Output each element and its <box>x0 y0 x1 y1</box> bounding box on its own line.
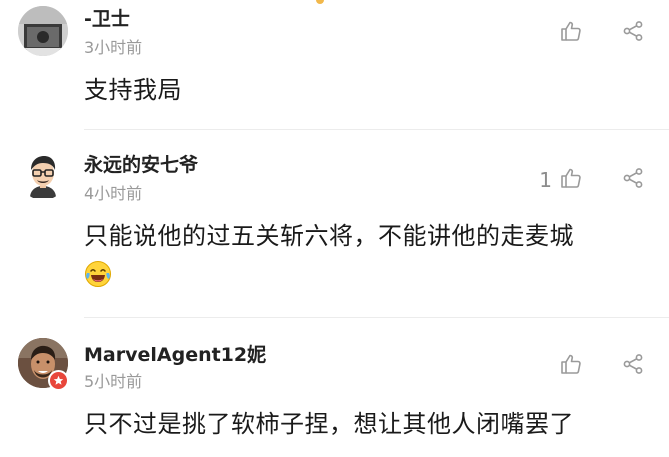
thumbs-up-icon <box>561 354 581 374</box>
like-button[interactable] <box>558 18 584 44</box>
share-icon <box>623 354 643 374</box>
username[interactable]: MarvelAgent12妮 <box>84 340 266 367</box>
avatar[interactable] <box>18 150 68 200</box>
timestamp: 4小时前 <box>84 184 143 203</box>
share-icon <box>623 21 643 41</box>
comment-list-page: -卫士 3小时前 支持我局 永远的安七爷 4小时前 只能说他的过五关斩六将，不能… <box>0 0 669 457</box>
timestamp: 3小时前 <box>84 38 143 57</box>
like-count: 1 <box>539 168 552 192</box>
timestamp: 5小时前 <box>84 372 143 391</box>
share-button[interactable] <box>620 18 646 44</box>
avatar[interactable] <box>18 6 68 56</box>
thumbs-up-icon <box>561 168 581 188</box>
like-button[interactable] <box>558 351 584 377</box>
like-button[interactable] <box>558 165 584 191</box>
grayscale-photo-avatar-icon <box>18 6 68 56</box>
thumbs-up-icon <box>561 21 581 41</box>
cartoon-man-glasses-avatar-icon <box>18 150 68 200</box>
share-button[interactable] <box>620 351 646 377</box>
comment-text: 只不过是挑了软柿子捏，想让其他人闭嘴罢了 <box>84 410 574 438</box>
star-badge-icon <box>48 370 69 391</box>
share-button[interactable] <box>620 165 646 191</box>
comment-item: -卫士 3小时前 支持我局 <box>0 0 669 130</box>
share-icon <box>623 168 643 188</box>
username[interactable]: 永远的安七爷 <box>84 150 198 177</box>
comment-item: MarvelAgent12妮 5小时前 只不过是挑了软柿子捏，想让其他人闭嘴罢了 <box>0 318 669 457</box>
username[interactable]: -卫士 <box>84 4 130 31</box>
comment-text: 只能说他的过五关斩六将，不能讲他的走麦城 <box>84 222 574 250</box>
comment-item: 永远的安七爷 4小时前 只能说他的过五关斩六将，不能讲他的走麦城 1 <box>0 130 669 318</box>
comment-text: 支持我局 <box>84 76 182 104</box>
laughing-crying-emoji <box>85 261 111 287</box>
